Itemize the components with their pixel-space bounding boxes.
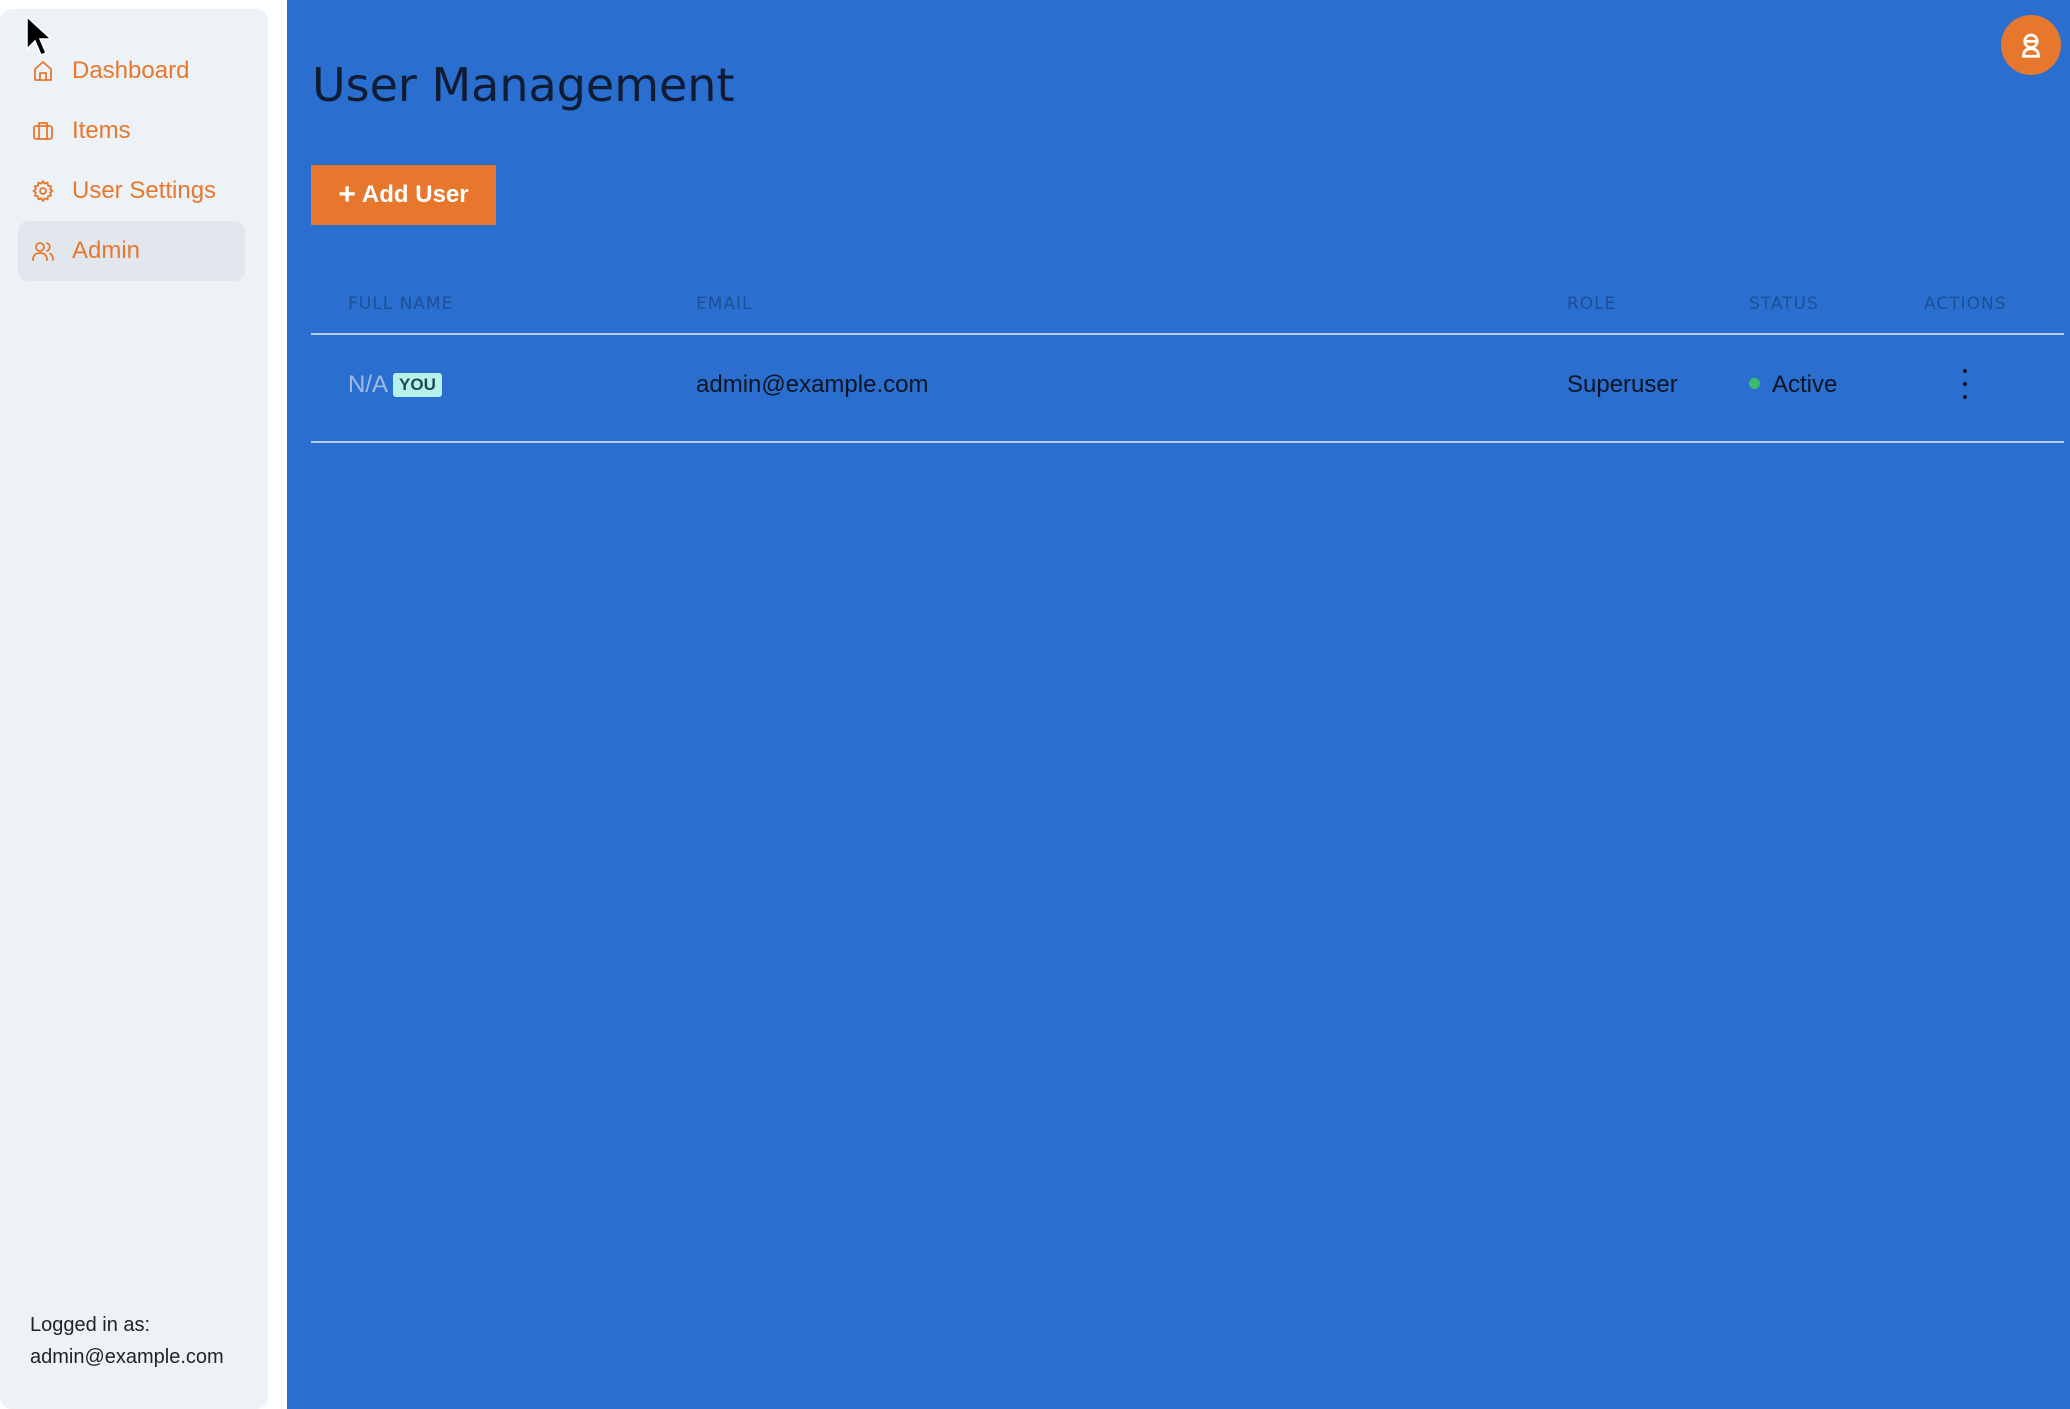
table-row: N/A YOU admin@example.com Superuser Activ… [311, 335, 2064, 443]
main-content: User Management + Add User FULL NAME EMA… [287, 0, 2070, 1409]
column-header-full-name: FULL NAME [348, 294, 454, 314]
sidebar-nav: Dashboard Items User Settings Admin [18, 41, 245, 281]
add-user-label: Add User [361, 181, 469, 208]
column-header-actions: ACTIONS [1924, 294, 2007, 314]
user-avatar-button[interactable] [2001, 15, 2061, 75]
cell-full-name: N/A YOU [348, 371, 442, 399]
gear-icon [30, 178, 56, 204]
user-avatar-icon [2022, 33, 2040, 58]
cell-role: Superuser [1567, 371, 1678, 398]
sidebar: Dashboard Items User Settings Admin Logg… [0, 9, 268, 1409]
full-name-value: N/A [348, 371, 389, 398]
briefcase-icon [30, 118, 56, 144]
cell-status: Active [1749, 371, 1837, 399]
you-badge: YOU [393, 373, 442, 397]
logged-in-label: Logged in as: [30, 1314, 151, 1336]
column-header-status: STATUS [1749, 294, 1819, 314]
logged-in-email: admin@example.com [30, 1346, 224, 1368]
table-header: FULL NAME EMAIL ROLE STATUS ACTIONS [311, 270, 2064, 335]
mouse-cursor-icon [26, 16, 53, 56]
column-header-email: EMAIL [696, 294, 753, 314]
sidebar-item-user-settings[interactable]: User Settings [18, 161, 245, 221]
add-user-button[interactable]: + Add User [311, 165, 496, 225]
column-header-role: ROLE [1567, 294, 1617, 314]
sidebar-item-label: Items [72, 117, 131, 144]
users-icon [30, 238, 56, 264]
logged-in-info: Logged in as: admin@example.com [30, 1309, 224, 1373]
sidebar-item-label: User Settings [72, 177, 217, 204]
sidebar-item-admin[interactable]: Admin [18, 221, 245, 281]
users-table: FULL NAME EMAIL ROLE STATUS ACTIONS N/A Y… [311, 270, 2064, 443]
cell-email: admin@example.com [696, 371, 929, 398]
plus-icon: + [338, 178, 356, 211]
status-dot-icon [1749, 378, 1760, 389]
status-value: Active [1772, 371, 1838, 398]
sidebar-item-label: Admin [72, 237, 141, 264]
kebab-menu-icon[interactable] [1955, 369, 1975, 399]
home-icon [30, 58, 56, 84]
sidebar-item-items[interactable]: Items [18, 101, 245, 161]
sidebar-item-label: Dashboard [72, 57, 190, 84]
page-title: User Management [312, 58, 735, 112]
